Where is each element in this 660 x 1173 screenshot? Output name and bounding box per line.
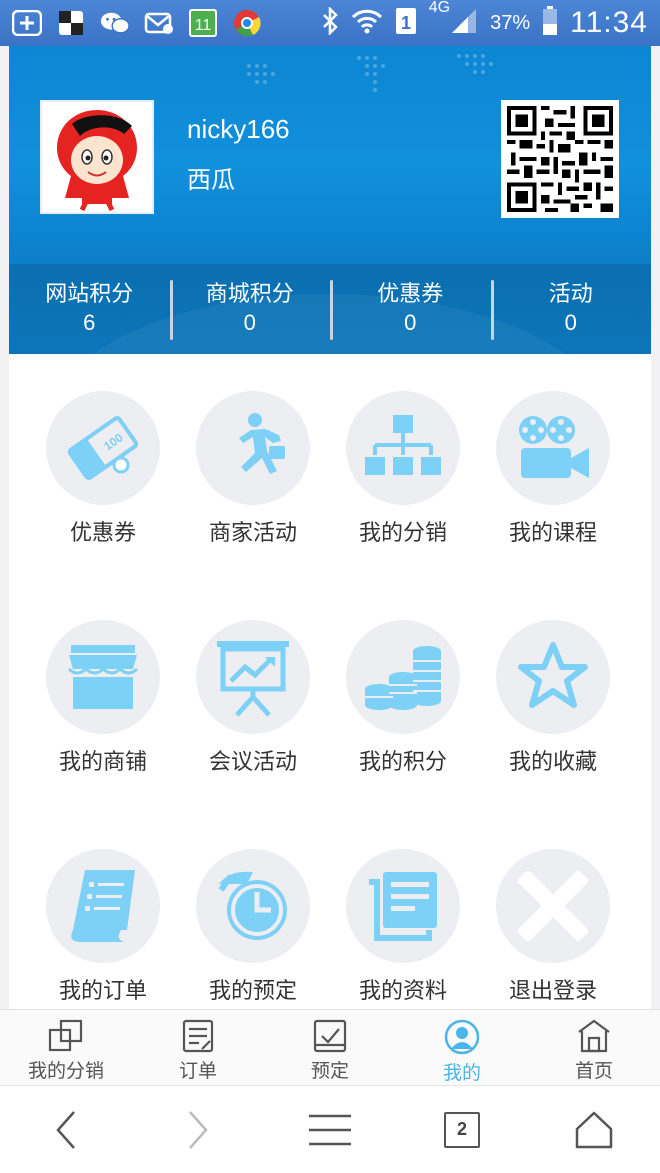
- menu-label: 我的课程: [508, 521, 597, 546]
- network-type: 4G: [428, 0, 451, 16]
- battery-icon: [542, 5, 558, 41]
- bottom-tab-bar: 我的分销 订单 预定 我的 首页: [0, 1009, 660, 1085]
- video-camera-icon: [519, 416, 589, 478]
- org-chart-icon: [365, 415, 441, 475]
- coupon-icon: 100: [67, 416, 139, 480]
- presentation-icon: [217, 641, 289, 717]
- tab-orders[interactable]: 订单: [132, 1010, 264, 1085]
- clock-icon: [218, 871, 287, 940]
- menu-grid: 100 优惠券 商家活动 我的分销 我的课程 我的商铺 会议活动 我的积分 我的…: [9, 354, 651, 1009]
- house-outline-icon: [575, 1111, 613, 1148]
- chrome-icon: [232, 8, 262, 38]
- system-nav-bar: 2: [0, 1085, 660, 1173]
- tab-reserve[interactable]: 预定: [264, 1010, 396, 1085]
- menu-item-my-distribution[interactable]: 我的分销: [328, 391, 478, 591]
- battery-percent: 37%: [490, 11, 531, 34]
- clock: 11:34: [570, 6, 648, 39]
- stat-value: 6: [83, 310, 96, 335]
- chevron-left-icon: [56, 1110, 75, 1149]
- stat-mall-points[interactable]: 商城积分 0: [169, 264, 331, 354]
- stat-value: 0: [243, 310, 256, 335]
- tab-label: 订单: [178, 1060, 217, 1082]
- menu-label: 退出登录: [508, 979, 597, 1004]
- bluetooth-icon: [321, 5, 339, 40]
- tab-home[interactable]: 首页: [528, 1010, 660, 1085]
- menu-item-my-shop[interactable]: 我的商铺: [28, 620, 178, 820]
- menu-item-my-points[interactable]: 我的积分: [328, 620, 478, 820]
- menu-button[interactable]: [264, 1113, 396, 1147]
- svg-text:11: 11: [195, 17, 212, 34]
- tab-label: 我的分销: [27, 1060, 104, 1082]
- document-icon: [369, 872, 437, 941]
- tab-my-distribution[interactable]: 我的分销: [0, 1010, 132, 1085]
- wechat-icon: [100, 8, 130, 38]
- sim-icon: 1: [395, 7, 417, 40]
- close-icon: [518, 871, 588, 941]
- nickname: 西瓜: [187, 166, 235, 194]
- tab-label: 预定: [310, 1060, 349, 1082]
- mail-icon: [144, 8, 174, 38]
- coins-icon: [365, 646, 441, 710]
- stat-label: 优惠券: [377, 282, 444, 307]
- tab-me[interactable]: 我的: [396, 1010, 528, 1085]
- stat-label: 活动: [548, 282, 593, 307]
- stat-activities[interactable]: 活动 0: [490, 264, 652, 354]
- menu-label: 优惠券: [69, 521, 136, 546]
- running-man-icon: [239, 413, 285, 474]
- stat-site-points[interactable]: 网站积分 6: [9, 264, 170, 354]
- qr-code-image: [507, 106, 613, 212]
- svg-text:1: 1: [401, 13, 411, 33]
- home-button[interactable]: [528, 1111, 660, 1149]
- menu-label: 我的预定: [208, 979, 297, 1004]
- chevron-right-icon: [189, 1110, 208, 1149]
- menu-label: 我的商铺: [58, 750, 147, 775]
- hamburger-menu-icon: [309, 1114, 351, 1145]
- menu-label: 我的订单: [58, 979, 147, 1004]
- menu-item-my-favorites[interactable]: 我的收藏: [478, 620, 628, 820]
- tab-label: 我的: [442, 1062, 481, 1084]
- svg-text:100: 100: [101, 430, 126, 453]
- stat-value: 0: [404, 310, 417, 335]
- calendar-icon: 11: [188, 8, 218, 38]
- add-icon: [12, 8, 42, 38]
- menu-item-meeting-activities[interactable]: 会议活动: [178, 620, 328, 820]
- stat-value: 0: [564, 310, 577, 335]
- distribution-icon: [48, 1019, 83, 1052]
- menu-label: 我的收藏: [508, 750, 597, 775]
- menu-item-coupons[interactable]: 100 优惠券: [28, 391, 178, 591]
- app-icon: [56, 8, 86, 38]
- user-icon: [444, 1019, 480, 1055]
- shop-icon: [67, 645, 139, 709]
- home-icon: [578, 1019, 610, 1053]
- reserve-icon: [313, 1019, 347, 1053]
- tab-count: 2: [444, 1111, 480, 1148]
- username: nicky166: [187, 114, 290, 144]
- menu-item-my-courses[interactable]: 我的课程: [478, 391, 628, 591]
- star-icon: [518, 642, 588, 708]
- avatar[interactable]: [40, 100, 154, 214]
- avatar-image: [57, 110, 137, 212]
- stat-label: 网站积分: [45, 282, 134, 307]
- stat-coupons[interactable]: 优惠券 0: [330, 264, 491, 354]
- order-icon: [182, 1019, 214, 1053]
- menu-label: 我的资料: [358, 979, 447, 1004]
- wifi-icon: [351, 7, 383, 40]
- menu-label: 会议活动: [208, 750, 297, 775]
- qr-code[interactable]: [501, 100, 619, 218]
- back-button[interactable]: [0, 1110, 132, 1150]
- stat-label: 商城积分: [205, 282, 294, 307]
- profile-header: nicky166 西瓜: [9, 46, 651, 264]
- order-list-icon: [71, 870, 135, 942]
- menu-label: 商家活动: [208, 521, 297, 546]
- menu-label: 我的积分: [358, 750, 447, 775]
- stats-bar: 网站积分 6 商城积分 0 优惠券 0 活动 0: [9, 264, 651, 354]
- menu-item-merchant-activities[interactable]: 商家活动: [178, 391, 328, 591]
- tab-label: 首页: [574, 1060, 613, 1082]
- menu-label: 我的分销: [358, 521, 447, 546]
- signal-icon: [450, 7, 478, 40]
- tabs-button[interactable]: 2: [396, 1111, 528, 1148]
- forward-button[interactable]: [132, 1110, 264, 1150]
- status-bar: 11 1 4G 37% 11:34: [0, 0, 660, 46]
